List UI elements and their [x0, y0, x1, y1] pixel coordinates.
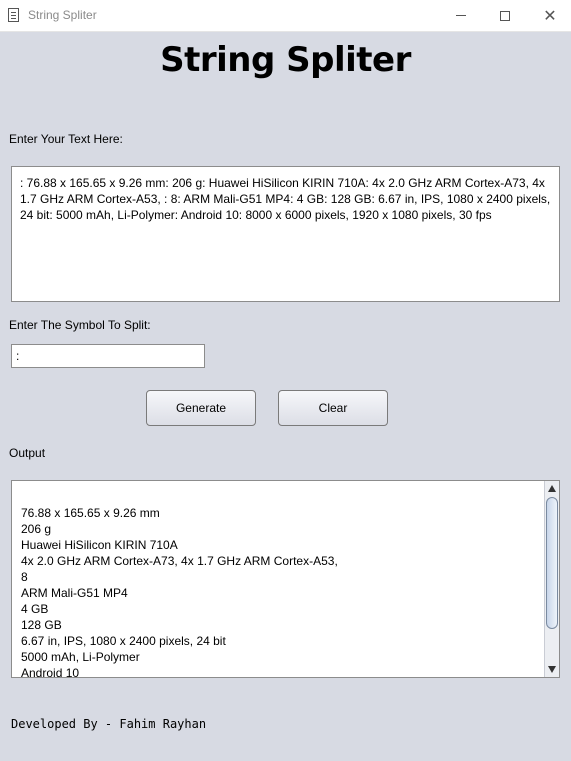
- window-title: String Spliter: [28, 8, 97, 22]
- output-textarea[interactable]: 76.88 x 165.65 x 9.26 mm 206 g Huawei Hi…: [11, 480, 560, 678]
- title-bar: String Spliter ✕: [0, 0, 571, 32]
- output-line: 76.88 x 165.65 x 9.26 mm: [21, 506, 160, 520]
- generate-button[interactable]: Generate: [146, 390, 256, 426]
- maximize-button[interactable]: [482, 0, 528, 31]
- output-line: ARM Mali-G51 MP4: [21, 586, 128, 600]
- output-line: 8: [21, 570, 28, 584]
- document-icon: [8, 8, 19, 22]
- clear-button[interactable]: Clear: [278, 390, 388, 426]
- output-line: 5000 mAh, Li-Polymer: [21, 650, 140, 664]
- page-title: String Spliter: [160, 40, 411, 80]
- close-icon: ✕: [543, 6, 557, 25]
- output-label: Output: [9, 446, 46, 460]
- input-textarea[interactable]: : 76.88 x 165.65 x 9.26 mm: 206 g: Huawe…: [11, 166, 560, 302]
- output-line: 128 GB: [21, 618, 62, 632]
- scroll-down-icon[interactable]: [548, 666, 556, 673]
- minimize-icon: [456, 15, 466, 16]
- output-line: 206 g: [21, 522, 52, 536]
- symbol-input[interactable]: :: [11, 344, 205, 368]
- close-button[interactable]: ✕: [527, 0, 571, 31]
- scroll-thumb[interactable]: [546, 497, 558, 629]
- output-line: 4x 2.0 GHz ARM Cortex-A73, 4x 1.7 GHz AR…: [21, 554, 338, 568]
- output-line: Huawei HiSilicon KIRIN 710A: [21, 538, 178, 552]
- scroll-up-icon[interactable]: [548, 485, 556, 492]
- output-line: 4 GB: [21, 602, 49, 616]
- symbol-label: Enter The Symbol To Split:: [9, 318, 151, 332]
- output-scrollbar[interactable]: [544, 481, 559, 677]
- output-line: 6.67 in, IPS, 1080 x 2400 pixels, 24 bit: [21, 634, 226, 648]
- minimize-button[interactable]: [438, 0, 484, 31]
- developer-credit: Developed By - Fahim Rayhan: [11, 717, 207, 731]
- input-label: Enter Your Text Here:: [9, 132, 123, 146]
- maximize-icon: [500, 10, 510, 21]
- output-line: Android 10: [21, 666, 80, 678]
